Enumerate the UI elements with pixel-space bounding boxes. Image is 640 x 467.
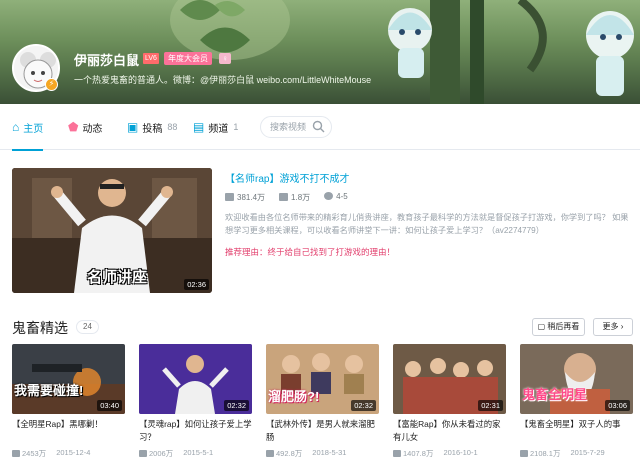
more-label: 更多 (602, 322, 619, 331)
video-title[interactable]: 【鬼畜全明星】双子人的事 (520, 418, 633, 444)
danmaku-icon (279, 193, 289, 201)
play-icon (393, 450, 401, 457)
play-icon (12, 450, 20, 457)
section-title: 鬼畜精选 (12, 320, 68, 336)
video-plays: 1407.8万 (403, 449, 434, 458)
video-card[interactable]: 我需要碰撞! 03:40 【全明星Rap】黑哪剿！ 2453万 2015-12-… (12, 344, 125, 459)
video-card[interactable]: 鬼畜全明星 03:06 【鬼畜全明星】双子人的事 2108.1万 2015-7-… (520, 344, 633, 459)
video-thumbnail[interactable]: 我需要碰撞! 03:40 (12, 344, 125, 414)
home-icon: ⌂ (12, 120, 20, 134)
watch-later-label: 稍后再看 (547, 322, 580, 331)
featured-video-title[interactable]: 【名师rap】游戏不打不成才 (225, 170, 349, 185)
video-date: 2016-10-1 (443, 448, 478, 457)
video-card[interactable]: 溜肥肠?! 02:32 【武林外传】是男人就来溜肥肠 492.8万 2018-5… (266, 344, 379, 459)
more-button[interactable]: 更多 › (593, 318, 633, 336)
featured-description: 欢迎收看由各位名师带来的精彩育儿俏贵讲座，教育孩子最科学的方法就是督促孩子打游戏… (225, 213, 629, 235)
thumbnail-caption: 我需要碰撞! (14, 383, 84, 398)
video-meta: 492.8万 2018-5-31 (266, 448, 379, 459)
video-duration: 02:32 (224, 400, 249, 411)
video-thumbnail[interactable]: 溜肥肠?! 02:32 (266, 344, 379, 414)
username: 伊丽莎白鼠 (74, 53, 140, 68)
video-title[interactable]: 【武林外传】是男人就来溜肥肠 (266, 418, 379, 444)
female-icon: ♀ (219, 53, 231, 64)
tab-channels-label: 频道 (208, 123, 229, 135)
video-date: 2015-5-1 (183, 448, 214, 457)
play-icon (139, 450, 147, 457)
watch-later-button[interactable]: ▢ 稍后再看 (532, 318, 585, 336)
video-plays: 2453万 (22, 449, 47, 458)
featured-stats: 381.4万 1.8万 4-5 (225, 192, 348, 203)
section-count: 24 (76, 320, 99, 334)
chevron-right-icon: › (620, 322, 624, 331)
play-icon (266, 450, 274, 457)
video-meta: 2453万 2015-12-4 (12, 448, 125, 459)
video-date: 2015-7-29 (570, 448, 605, 457)
thumbnail-caption: 溜肥肠?! (268, 389, 320, 404)
video-plays: 2006万 (149, 449, 174, 458)
tab-dynamic[interactable]: ⬟ 动态 (68, 104, 102, 150)
video-meta: 2108.1万 2015-7-29 (520, 448, 633, 459)
coin-icon (324, 192, 334, 200)
video-duration: 03:40 (97, 400, 122, 411)
verified-badge-icon: ⚡ (45, 78, 58, 91)
featured-video-thumbnail[interactable]: 名师讲座 02:36 (12, 168, 212, 293)
video-icon: ▣ (127, 120, 139, 134)
video-title[interactable]: 【富能Rap】你从未看过的家有儿女 (393, 418, 506, 444)
channels-count: 1 (233, 122, 239, 132)
video-plays: 492.8万 (276, 449, 303, 458)
dynamic-icon: ⬟ (68, 120, 79, 134)
video-date: 2018-5-31 (312, 448, 347, 457)
video-thumbnail[interactable]: 02:32 (139, 344, 252, 414)
play-icon (520, 450, 528, 457)
play-icon (225, 193, 234, 201)
tab-submissions-label: 投稿 (142, 123, 163, 135)
search-icon[interactable] (312, 120, 325, 133)
video-card[interactable]: 02:31 【富能Rap】你从未看过的家有儿女 1407.8万 2016-10-… (393, 344, 506, 459)
danmaku-count: 1.8万 (279, 192, 310, 203)
video-duration: 02:32 (351, 400, 376, 411)
play-count: 381.4万 (225, 192, 265, 203)
level-badge: LV6 (143, 53, 159, 64)
video-thumbnail[interactable]: 02:31 (393, 344, 506, 414)
coin-count: 4-5 (324, 192, 348, 203)
tab-dynamic-label: 动态 (82, 123, 103, 135)
submissions-count: 88 (167, 122, 178, 132)
video-thumbnail[interactable]: 鬼畜全明星 03:06 (520, 344, 633, 414)
tab-home-label: 主页 (23, 123, 44, 135)
video-card[interactable]: 02:32 【灵魂rap】如何让孩子爱上学习？ 2006万 2015-5-1 (139, 344, 252, 459)
video-title[interactable]: 【全明星Rap】黑哪剿！ (12, 418, 125, 444)
thumbnail-caption: 鬼畜全明星 (522, 387, 588, 402)
channel-icon: ▤ (193, 120, 205, 134)
user-signature: 一个热爱鬼畜的普通人。微博：@伊丽莎白鼠 weibo.com/LittleWhi… (74, 75, 372, 85)
video-plays: 2108.1万 (530, 449, 561, 458)
video-meta: 2006万 2015-5-1 (139, 448, 252, 459)
tab-submissions[interactable]: ▣ 投稿 88 (127, 104, 177, 150)
tab-channels[interactable]: ▤ 频道 1 (193, 104, 238, 150)
video-date: 2015-12-4 (56, 448, 91, 457)
clock-icon: ▢ (537, 322, 546, 331)
featured-caption: 名师讲座 (87, 269, 148, 286)
vip-badge[interactable]: 年度大会员 (164, 52, 212, 65)
recommend-reason: 推荐理由：终于给自己找到了打游戏的理由！ (225, 247, 396, 257)
video-title[interactable]: 【灵魂rap】如何让孩子爱上学习？ (139, 418, 252, 444)
video-duration: 03:06 (605, 400, 630, 411)
video-meta: 1407.8万 2016-10-1 (393, 448, 506, 459)
tab-home[interactable]: ⌂ 主页 (12, 104, 44, 151)
search-input[interactable]: 搜索视频 (260, 116, 332, 138)
video-duration: 02:36 (184, 279, 209, 290)
search-placeholder: 搜索视频 (270, 122, 307, 132)
video-duration: 02:31 (478, 400, 503, 411)
